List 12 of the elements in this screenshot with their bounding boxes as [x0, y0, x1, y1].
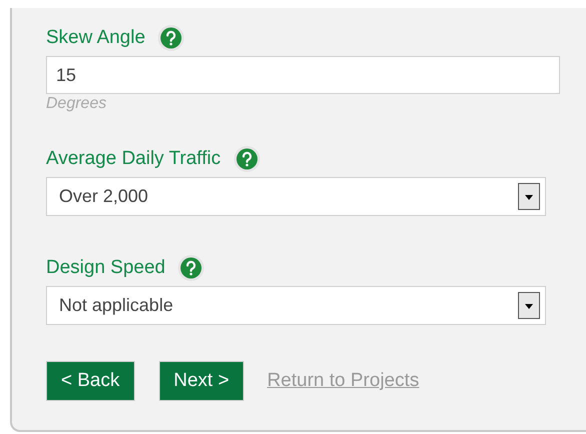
- help-icon[interactable]: [157, 24, 186, 52]
- help-icon[interactable]: [232, 145, 261, 173]
- field-label: Average Daily Traffic: [46, 148, 221, 170]
- back-button[interactable]: < Back: [46, 361, 135, 401]
- field-label: Skew Angle: [46, 27, 146, 49]
- help-icon[interactable]: [177, 254, 206, 282]
- next-button[interactable]: Next >: [158, 361, 244, 401]
- field-label: Design Speed: [46, 257, 166, 279]
- dropdown[interactable]: Not applicable: [46, 286, 546, 325]
- input-field[interactable]: 15: [46, 56, 560, 94]
- dropdown[interactable]: Over 2,000: [46, 177, 546, 216]
- field-hint: Degrees: [46, 95, 108, 113]
